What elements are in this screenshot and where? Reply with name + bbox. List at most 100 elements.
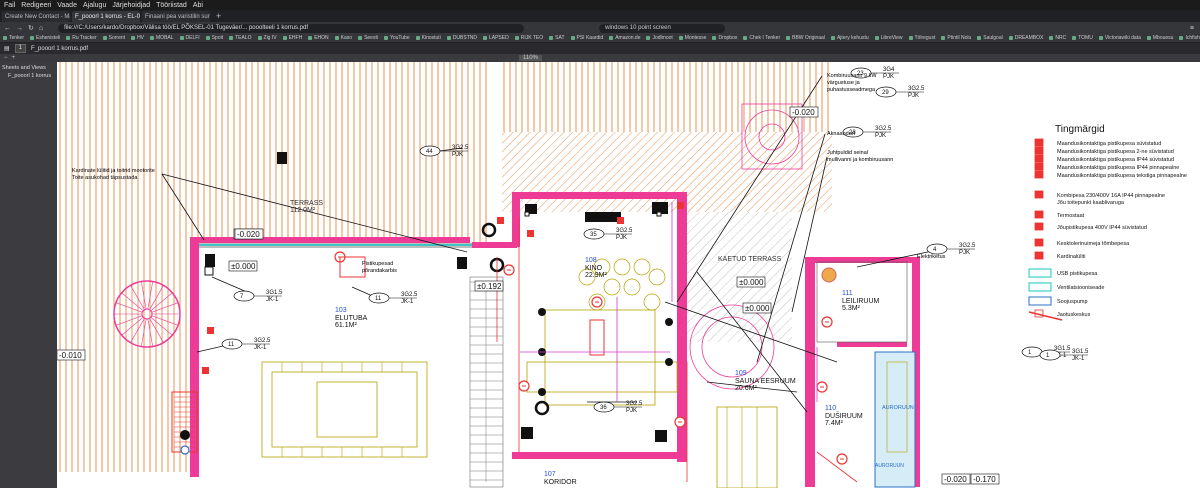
menu-icon[interactable]: ≡: [1190, 25, 1194, 32]
tag-breaker: PJK: [883, 74, 894, 80]
home-icon[interactable]: ⌂: [39, 25, 43, 32]
menu-item[interactable]: Tööriistad: [156, 2, 187, 9]
covered-terrace-hatch: [677, 212, 792, 342]
roof-hatch: [57, 62, 487, 182]
reload-icon[interactable]: ↻: [28, 24, 34, 32]
menu-bar: Fail Redigeeri Vaade Ajalugu Järjehoidjad Töö…: [0, 0, 1200, 10]
menu-item[interactable]: Abi: [193, 2, 203, 9]
bookmark-item[interactable]: PSI Kaardid: [571, 35, 604, 41]
room-label: 111LEILIRUUM5.3M²: [842, 290, 880, 312]
bookmark-item[interactable]: Saulgoal: [977, 35, 1002, 41]
cable-tag: 73G1.5JK-1: [233, 290, 283, 303]
room-area: 61.1M²: [335, 322, 357, 329]
menu-item[interactable]: Fail: [4, 2, 15, 9]
bookmark-item[interactable]: HV: [131, 35, 144, 41]
bookmark-item[interactable]: Amazon.de: [609, 35, 640, 41]
bookmark-item[interactable]: Victoriawiki data: [1099, 35, 1141, 41]
bookmark-item[interactable]: DREAMBOX: [1009, 35, 1044, 41]
sidebar-toggle-icon[interactable]: ▤: [4, 45, 10, 52]
bookmark-item[interactable]: Seesti: [358, 35, 378, 41]
level-marker: ±0.000: [742, 302, 772, 314]
bookmark-item[interactable]: Jodlmoot: [646, 35, 672, 41]
seat-circle: [603, 278, 621, 296]
room-number: 111: [842, 290, 853, 297]
tag-number: 29: [882, 90, 889, 96]
cable-tag: 29 3G2.5PJK: [875, 86, 925, 99]
zoom-in-icon[interactable]: +: [12, 55, 16, 61]
bookmark-item[interactable]: Kaso: [335, 35, 352, 41]
bookmark-item[interactable]: Tenker: [3, 35, 24, 41]
page-number-input[interactable]: 1: [14, 44, 27, 53]
level-marker: ±0.000: [228, 260, 258, 272]
browser-tab[interactable]: Create New Contact - Mailsto...×: [2, 11, 70, 22]
bookmark-item[interactable]: MOBAL: [150, 35, 174, 41]
menu-item[interactable]: Järjehoidjad: [112, 2, 150, 9]
socket-red: [617, 217, 624, 224]
bookmark-item[interactable]: Chek I Tenker: [743, 35, 780, 41]
cable-tag: 35 3G2.5PJK: [583, 228, 633, 241]
seat-circle: [643, 293, 661, 311]
bookmark-item[interactable]: Mbouesu: [1147, 35, 1174, 41]
back-icon[interactable]: ←: [4, 25, 11, 32]
bookmark-item[interactable]: Ajtery kehustu: [831, 35, 869, 41]
legend-label: Maandusikontaktiga pistikupesa IP44 süvi…: [1057, 157, 1174, 163]
search-input[interactable]: windows 10 point screen: [599, 23, 726, 33]
room-number: 110: [825, 405, 836, 412]
tag-breaker: JK-1: [254, 345, 267, 351]
bookmark-item[interactable]: RIJK TEO: [515, 35, 543, 41]
sidebar-item-floor[interactable]: F_pooorl 1 korrus: [2, 73, 55, 79]
zoom-out-icon[interactable]: −: [4, 55, 8, 61]
bookmark-item[interactable]: LAPSED: [483, 35, 509, 41]
menu-item[interactable]: Ajalugu: [83, 2, 106, 9]
room-number: 107: [544, 471, 556, 478]
browser-tab[interactable]: Finaani pea varistilin sumendlor...×: [142, 11, 210, 22]
bookmark-item[interactable]: LibreView: [875, 35, 903, 41]
browser-tab[interactable]: F_pooorl 1 korrus - EL-01 Tugeväer×: [72, 11, 140, 22]
address-bar[interactable]: file:///C:/Users/kardo/Dropbox/Välisa tö…: [58, 23, 525, 33]
level-marker: ±0.192: [474, 280, 504, 292]
legend-item: Soojuspump: [1028, 296, 1088, 306]
bookmark-item[interactable]: Zig IV: [258, 35, 277, 41]
outlet-box-inner: [656, 211, 662, 217]
legend-label: Jõupistikupesa 400V IP44 süvistatud: [1057, 225, 1147, 231]
bookmark-item[interactable]: Kinostuti: [416, 35, 441, 41]
menu-item[interactable]: Vaade: [57, 2, 77, 9]
socket-red: [527, 230, 534, 237]
new-tab-button[interactable]: +: [212, 11, 225, 22]
tag-cable: 3G2.5: [254, 338, 271, 344]
room-name: LEILIRUUM: [842, 298, 880, 305]
bookmark-item[interactable]: Eshenisteli: [30, 35, 60, 41]
bookmark-item[interactable]: Tölregust: [909, 35, 936, 41]
bookmark-item[interactable]: DELFI: [180, 35, 200, 41]
bookmark-item[interactable]: Ptintil Nolu: [941, 35, 971, 41]
menu-item[interactable]: Redigeeri: [21, 2, 51, 9]
tag-number: 11: [228, 342, 235, 348]
bookmark-item[interactable]: Sorrent: [103, 35, 125, 41]
bookmark-item[interactable]: BBW Originaal: [786, 35, 825, 41]
control-panel-note: Juhtpuldid seinal mullivanni ja kombiruus…: [827, 150, 893, 163]
bookmark-item[interactable]: Ru Tracker: [66, 35, 96, 41]
drawing-canvas[interactable]: -0.020 ±0.000 -0.010 ±0.000 ±0.192 ±0.000 -0.0…: [57, 62, 1200, 488]
terrace-area: 112.0M²: [290, 207, 316, 214]
bookmark-item[interactable]: Ichfish: [1179, 35, 1199, 41]
forward-icon[interactable]: →: [16, 25, 23, 32]
bookmark-item[interactable]: Montesse: [679, 35, 707, 41]
sidebar-item-sheets[interactable]: Sheets and Views: [2, 65, 55, 71]
tag-breaker: PJK: [959, 250, 970, 256]
bookmark-item[interactable]: Dropbox: [712, 35, 737, 41]
socket-red: [677, 202, 684, 209]
bookmark-item[interactable]: DUBSTND: [447, 35, 477, 41]
bookmark-item[interactable]: EHFH: [283, 35, 303, 41]
bookmark-item[interactable]: YouTube: [384, 35, 410, 41]
legend-item: Maandusikontaktiga pistikupesa IP44 pinn…: [1034, 162, 1179, 171]
bookmark-item[interactable]: TEALO: [229, 35, 251, 41]
seat-circle: [633, 258, 651, 276]
bookmark-item[interactable]: NRC: [1049, 35, 1066, 41]
zoom-select[interactable]: 110%: [519, 55, 542, 61]
speaker-dot: [665, 358, 673, 366]
bookmark-item[interactable]: EHON: [308, 35, 328, 41]
bookmark-item[interactable]: SAT: [549, 35, 564, 41]
room-number: 103: [335, 307, 347, 314]
bookmark-item[interactable]: Spoit: [206, 35, 223, 41]
bookmark-item[interactable]: TOMU: [1072, 35, 1093, 41]
